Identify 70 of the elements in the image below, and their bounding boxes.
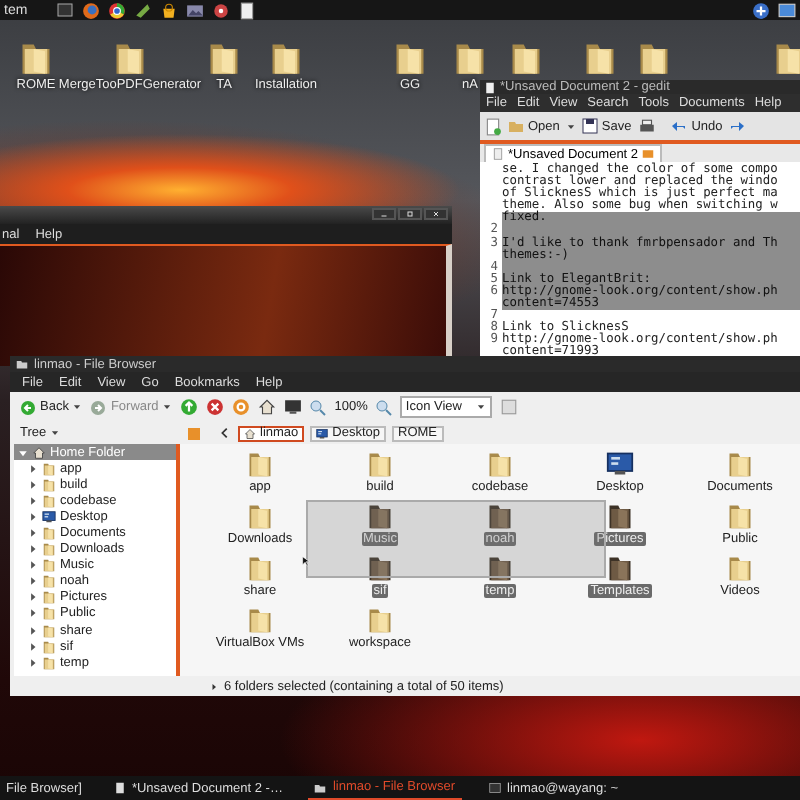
- left-arrow-icon: [20, 399, 36, 415]
- folder-icon: [606, 554, 634, 582]
- printer-icon: [637, 117, 656, 135]
- caret-icon: [565, 121, 576, 131]
- wheel-icon: [107, 1, 126, 19]
- bag-icon: [159, 1, 178, 19]
- new-document-icon: [484, 117, 502, 135]
- folder-icon: [726, 450, 754, 478]
- caret-icon: [72, 402, 83, 412]
- picture-icon: [185, 1, 204, 19]
- folder-icon: [486, 450, 514, 478]
- folder-icon: [582, 40, 618, 76]
- zoom-out-icon: [310, 399, 327, 415]
- folder-icon: [366, 502, 394, 530]
- caret-icon: [162, 402, 173, 412]
- globe-icon: [81, 1, 100, 19]
- folder-icon: [486, 502, 514, 530]
- folder-icon: [392, 40, 428, 76]
- up-arrow-icon: [180, 398, 199, 416]
- stop-icon: [206, 398, 225, 416]
- folder-icon: [772, 40, 800, 76]
- folder-icon: [246, 502, 274, 530]
- right-arrow-icon: [90, 399, 107, 415]
- monitor-icon: [316, 427, 329, 439]
- folder-icon: [246, 554, 274, 582]
- maximize-button[interactable]: [398, 208, 422, 220]
- reload-icon: [232, 398, 251, 416]
- folder-icon: [366, 554, 394, 582]
- folder-icon: [366, 450, 394, 478]
- maximize-icon: [404, 210, 416, 218]
- caret-icon: [210, 681, 218, 691]
- document-icon: [113, 782, 126, 794]
- terminal-icon: [487, 782, 501, 794]
- terminal-icon: [55, 2, 74, 18]
- folder-icon: [366, 606, 394, 634]
- close-icon: [642, 148, 655, 160]
- folder-icon: [726, 554, 754, 582]
- close-icon: [430, 210, 442, 218]
- folder-icon: [314, 781, 327, 793]
- document-icon: [484, 81, 496, 93]
- folder-icon: [508, 40, 544, 76]
- minimize-button[interactable]: [372, 208, 396, 220]
- folder-icon: [112, 40, 148, 76]
- monitor-icon: [606, 450, 634, 478]
- caret-icon: [475, 402, 486, 412]
- close-button[interactable]: [424, 208, 448, 220]
- folder-icon: [206, 40, 242, 76]
- folder-icon: [726, 502, 754, 530]
- folder-icon: [246, 450, 274, 478]
- folder-icon: [268, 40, 304, 76]
- undo-icon: [669, 118, 688, 134]
- cursor-icon: [302, 554, 312, 568]
- folder-icon: [18, 40, 54, 76]
- folder-icon: [246, 606, 274, 634]
- folder-icon: [508, 118, 524, 134]
- zoom-in-icon: [375, 399, 392, 415]
- minimize-icon: [378, 210, 390, 218]
- screen-icon: [778, 1, 796, 19]
- network-icon: [752, 1, 770, 19]
- computer-icon: [284, 398, 303, 416]
- folder-icon: [486, 554, 514, 582]
- document-icon: [492, 148, 504, 160]
- folder-icon: [452, 40, 488, 76]
- folder-icon: [606, 502, 634, 530]
- home-icon: [32, 445, 46, 460]
- caret-icon: [50, 428, 61, 438]
- folder-icon: [636, 40, 672, 76]
- redo-icon: [728, 118, 747, 134]
- monitor-icon: [42, 509, 56, 524]
- document-icon: [237, 1, 256, 19]
